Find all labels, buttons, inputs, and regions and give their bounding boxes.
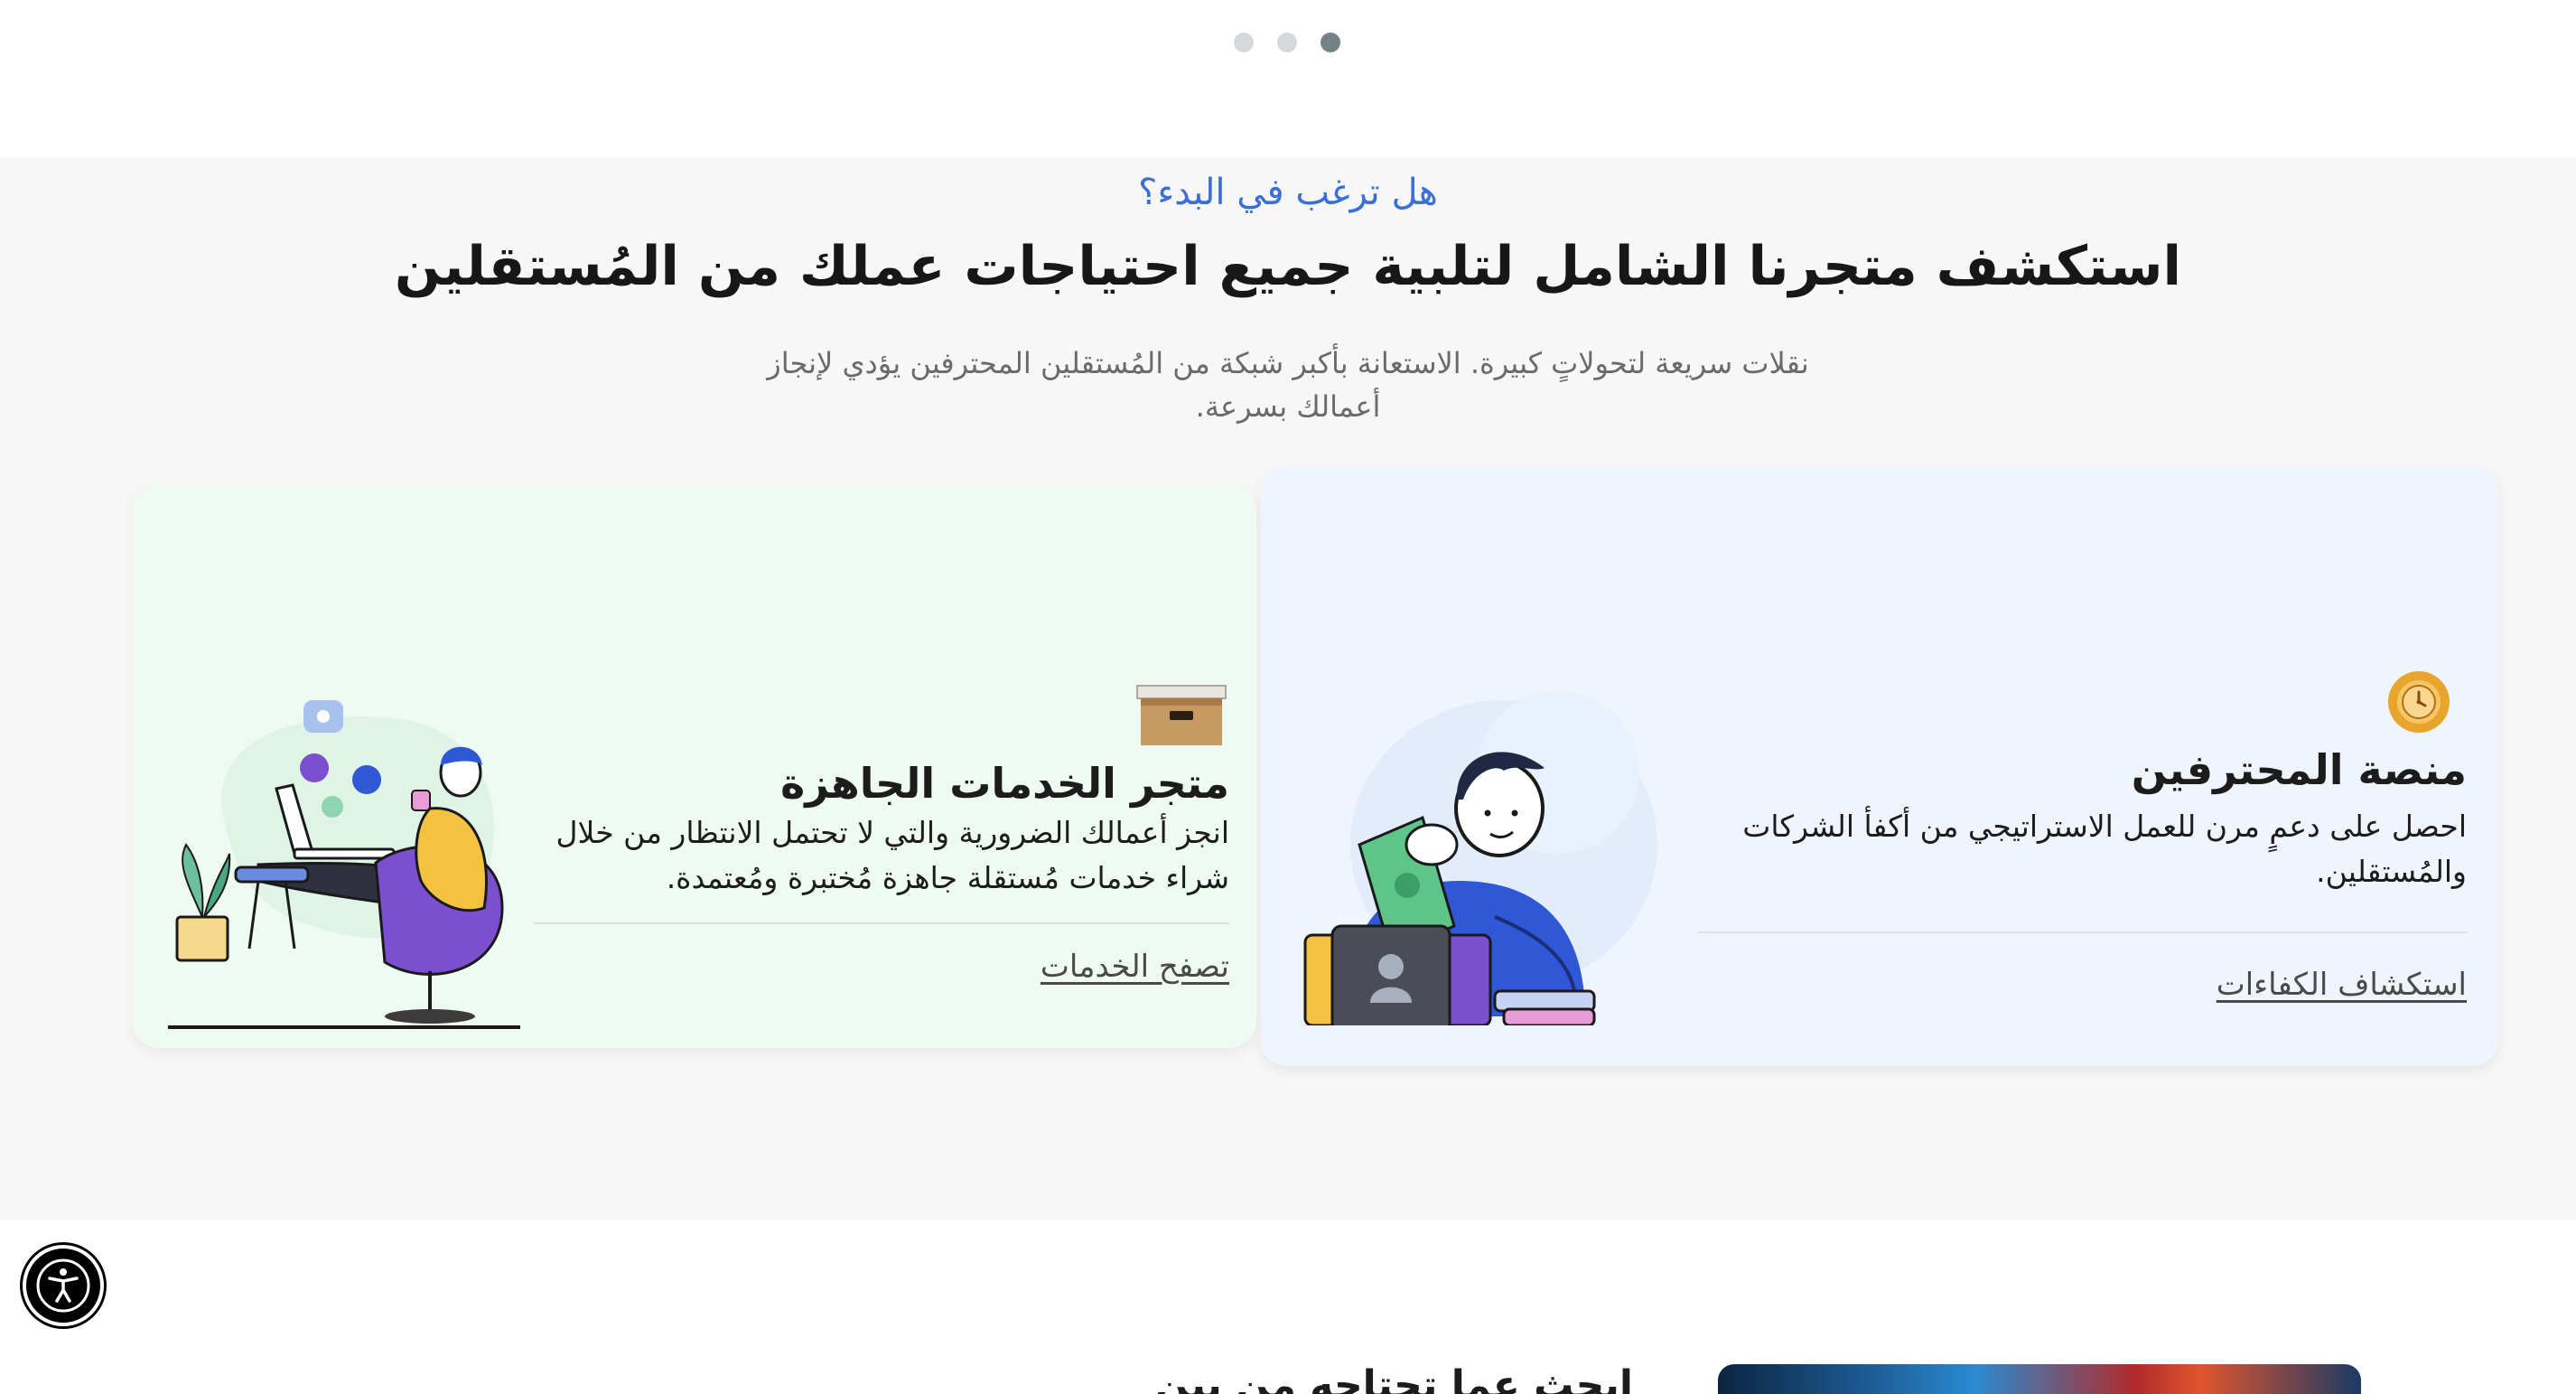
professional-illustration [1287,664,1685,1034]
carousel-dot-2[interactable] [1277,33,1297,52]
services-store-card-title: متجر الخدمات الجاهزة [780,759,1229,808]
accessibility-button[interactable] [23,1245,104,1326]
carousel-dot-3[interactable] [1321,33,1340,52]
services-store-card: متجر الخدمات الجاهزة انجز أعمالك الضروري… [132,483,1256,1048]
professionals-card-title: منصة المحترفين [2131,745,2467,794]
bottom-section-image [1718,1364,2361,1394]
carousel-dots [1234,33,1342,52]
carousel-dot-1[interactable] [1234,33,1254,52]
browse-services-link[interactable]: تصفح الخدمات [1041,949,1229,985]
explore-talent-link[interactable]: استكشاف الكفاءات [2217,967,2467,1003]
clock-badge-icon [2387,670,2450,734]
professionals-card: منصة المحترفين احصل على دعمٍ مرن للعمل ا… [1260,465,2499,1066]
section-subtext: نقلات سريعة لتحولاتٍ كبيرة. الاستعانة بأ… [767,346,1809,424]
accessibility-icon [36,1258,90,1313]
card-divider [534,922,1229,924]
freelancer-illustration [159,700,520,1043]
box-icon [1134,684,1229,747]
professionals-card-description: احصل على دعمٍ مرن للعمل الاستراتيجي من أ… [1742,809,2467,889]
section-headline: استكشف متجرنا الشامل لتلبية جميع احتياجا… [394,235,2182,298]
card-divider [1699,931,2467,933]
section-eyebrow: هل ترغب في البدء؟ [1138,172,1438,213]
bottom-section-heading: ابحث عما تحتاجه من بين [1154,1362,1633,1394]
services-store-card-description: انجز أعمالك الضرورية والتي لا تحتمل الان… [555,815,1229,895]
